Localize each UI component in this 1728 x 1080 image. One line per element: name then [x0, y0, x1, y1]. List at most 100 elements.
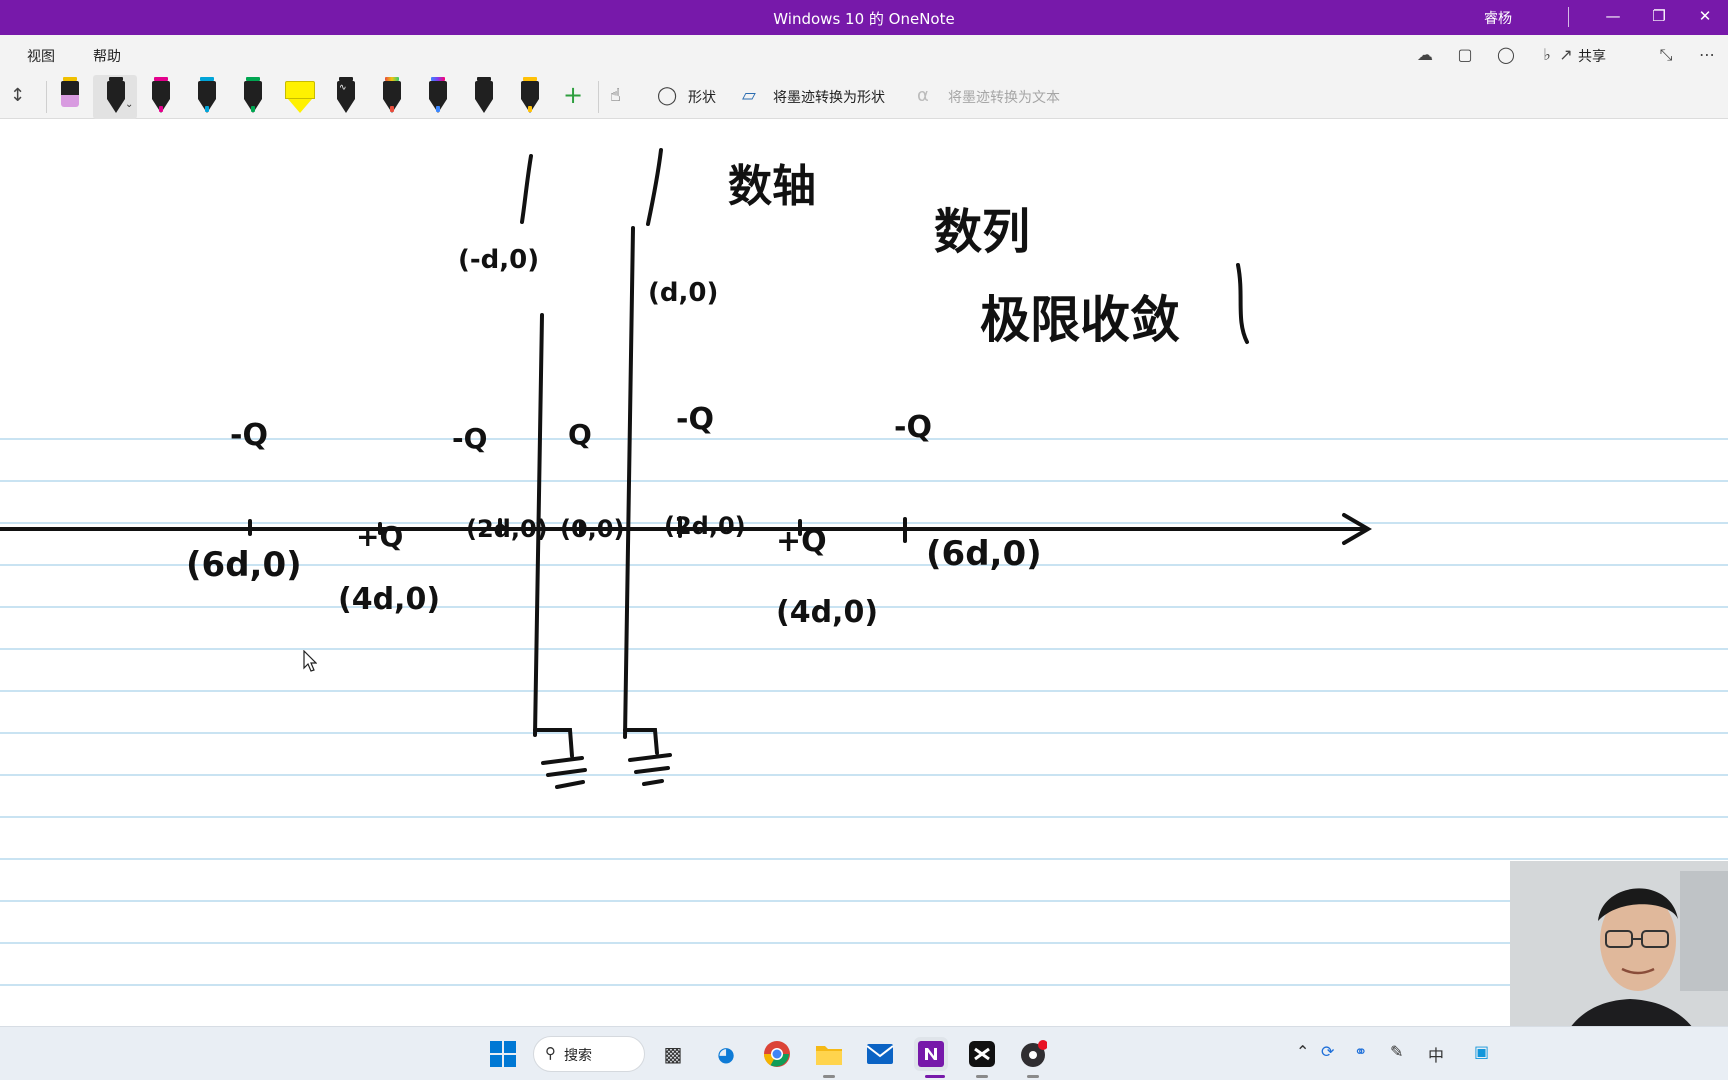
zigzag-pen-tool[interactable]: ∿: [333, 75, 359, 119]
toolbar-separator: [598, 81, 599, 113]
ink-coord-plus-right: (4d,0): [776, 595, 879, 630]
shapes-icon[interactable]: ◯: [657, 85, 677, 106]
more-icon[interactable]: ⋯: [1693, 41, 1721, 69]
left-ground-bar-2: [546, 768, 587, 777]
menu-view[interactable]: 视图: [27, 46, 55, 66]
yellow-pen-tool[interactable]: [517, 75, 543, 119]
ink-charge-plus-left: +Q: [356, 520, 404, 553]
qq-icon[interactable]: ▣: [1474, 1042, 1489, 1061]
search-icon: ⚲: [545, 1044, 556, 1062]
highlighter-body: [285, 81, 315, 99]
title-separator: [1568, 7, 1569, 27]
toolbar-separator: [46, 81, 47, 113]
right-ground-bar-2: [634, 766, 670, 774]
ink-coord-left: (2d,0): [466, 515, 548, 543]
limit-f-stroke: [1236, 263, 1249, 344]
pen-body: [152, 81, 170, 99]
capcut-icon[interactable]: [965, 1037, 999, 1071]
right-ground-bar-3: [642, 779, 664, 786]
pen-body: [198, 81, 216, 99]
eraser-tool[interactable]: [57, 75, 83, 119]
lasso-select-icon[interactable]: ☝: [610, 85, 621, 106]
ink-axis-note: 数轴: [728, 161, 816, 212]
pen-ink: [528, 106, 532, 112]
task-view-icon[interactable]: ▩: [656, 1037, 690, 1071]
share-icon[interactable]: ↗: [1554, 41, 1578, 69]
microphone-icon[interactable]: ⚭: [1354, 1042, 1367, 1061]
cyan-pen-tool[interactable]: [194, 75, 220, 119]
black-pen-tool-selected[interactable]: ⌄: [93, 75, 137, 119]
obs-logo-icon: [1021, 1040, 1048, 1067]
taskbar-search[interactable]: ⚲ 搜索: [533, 1036, 645, 1072]
edge-icon[interactable]: ◕: [709, 1037, 743, 1071]
eraser-body: [61, 81, 79, 95]
mouse-cursor-icon: [303, 650, 317, 672]
ink-wire-left-coord: (-d,0): [458, 245, 540, 275]
chevron-up-icon[interactable]: ⌃: [1296, 1042, 1309, 1061]
pen-body: [107, 81, 125, 99]
left-ground-bar-1: [541, 756, 584, 765]
pen-tip: [337, 99, 355, 113]
taskbar-search-label: 搜索: [564, 1048, 592, 1064]
yellow-highlighter-tool[interactable]: [284, 75, 316, 119]
right-f-stroke: [646, 148, 663, 226]
ink-to-shape-button[interactable]: 将墨迹转换为形状: [773, 87, 885, 107]
pen-ink: [251, 106, 255, 112]
mail-icon[interactable]: [863, 1037, 897, 1071]
ink-to-shape-icon[interactable]: ▱: [742, 85, 756, 106]
pen-icon[interactable]: ✎: [1390, 1042, 1403, 1061]
envelope-icon: [866, 1044, 894, 1064]
close-icon[interactable]: ✕: [1682, 0, 1728, 35]
capcut-logo-icon: [969, 1041, 995, 1067]
ink-coord-far-right: (6d,0): [926, 534, 1042, 574]
ime-icon[interactable]: 中: [1428, 1042, 1444, 1066]
pen-ink: [205, 106, 209, 112]
start-icon[interactable]: [486, 1037, 520, 1071]
sync-icon[interactable]: ⟳: [1321, 1042, 1334, 1061]
sync-status-icon[interactable]: ☁: [1411, 41, 1439, 69]
highlighter-tip: [288, 99, 312, 113]
lightbulb-icon[interactable]: ◯: [1492, 41, 1520, 69]
menu-help[interactable]: 帮助: [93, 46, 121, 66]
fullscreen-icon[interactable]: ⤡: [1652, 41, 1680, 69]
rainbow-pen-1-tool[interactable]: [379, 75, 405, 119]
insert-space-icon[interactable]: ↕: [10, 85, 25, 106]
share-button[interactable]: 共享: [1578, 46, 1606, 66]
right-ground-bar-1: [628, 753, 672, 762]
ink-coord-right: (2d,0): [664, 512, 746, 540]
magenta-pen-tool[interactable]: [148, 75, 174, 119]
folder-icon: [816, 1046, 842, 1065]
page-view-icon[interactable]: ▢: [1451, 41, 1479, 69]
chrome-logo-icon: [763, 1041, 790, 1067]
user-name[interactable]: 睿杨: [1484, 8, 1512, 28]
file-explorer-icon[interactable]: [812, 1037, 846, 1071]
windows-logo-icon: [490, 1041, 516, 1067]
restore-icon[interactable]: ❐: [1636, 0, 1682, 35]
pen-body: [429, 81, 447, 99]
taskbar: ⚲ 搜索 ▩ ◕ ⌃ ⟳ ⚭ ✎ 中 ▣: [0, 1026, 1728, 1080]
minimize-icon[interactable]: —: [1590, 0, 1636, 35]
obs-icon[interactable]: [1016, 1037, 1050, 1071]
left-ground-lead: [533, 728, 574, 758]
onenote-icon[interactable]: [914, 1037, 948, 1071]
ink-limit-note: 极限收敛: [980, 291, 1180, 349]
rainbow-pen-2-tool[interactable]: [425, 75, 451, 119]
pen-body: [475, 81, 493, 99]
black-pen-2-tool[interactable]: [471, 75, 497, 119]
pen-ink: [390, 106, 394, 112]
chevron-down-icon[interactable]: ⌄: [125, 99, 133, 110]
chrome-icon[interactable]: [760, 1037, 794, 1071]
ink-coord-far-left: (6d,0): [186, 545, 302, 585]
onenote-logo-icon: [918, 1041, 944, 1067]
ink-coord-plus-left: (4d,0): [338, 582, 441, 617]
active-indicator: [925, 1075, 945, 1078]
shapes-button[interactable]: 形状: [688, 87, 716, 107]
add-pen-icon[interactable]: +: [563, 81, 583, 109]
pen-ink: [159, 106, 163, 112]
zigzag-icon: ∿: [339, 83, 347, 93]
green-pen-tool[interactable]: [240, 75, 266, 119]
running-indicator: [823, 1075, 835, 1078]
pen-tip: [107, 99, 125, 113]
ink-charge-plus-right: +Q: [776, 524, 827, 559]
note-canvas[interactable]: 数轴 数列 极限收敛 (-d,0) (d,0) -Q -Q Q -Q -Q (6…: [0, 120, 1728, 1026]
